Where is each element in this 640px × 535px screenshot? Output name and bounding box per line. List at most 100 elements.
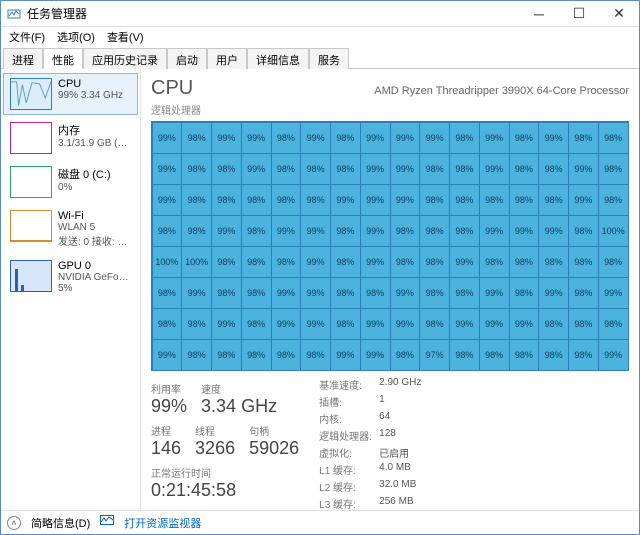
base-speed-value: 2.90 GHz	[379, 377, 421, 392]
sidebar-item-line2: NVIDIA GeForce...	[58, 272, 131, 283]
core-cell: 99%	[509, 308, 540, 340]
core-cell: 98%	[419, 308, 450, 340]
core-cell: 98%	[211, 153, 242, 185]
core-cell: 100%	[181, 246, 212, 278]
core-cell: 98%	[152, 308, 183, 340]
core-cell: 98%	[300, 339, 331, 371]
main-panel: CPU AMD Ryzen Threadripper 3990X 64-Core…	[141, 69, 639, 510]
speed-value: 3.34 GHz	[201, 396, 277, 417]
core-cell: 98%	[330, 246, 361, 278]
core-cell: 98%	[211, 184, 242, 216]
core-cell: 98%	[300, 184, 331, 216]
core-cell: 99%	[568, 153, 599, 185]
resmon-icon[interactable]	[100, 515, 114, 530]
core-cell: 98%	[509, 153, 540, 185]
core-cell: 98%	[509, 277, 540, 309]
fewer-details-label[interactable]: 简略信息(D)	[31, 515, 90, 531]
sidebar-item-2[interactable]: 磁盘 0 (C:)0%	[3, 161, 138, 203]
core-cell: 98%	[449, 122, 480, 154]
core-cell: 98%	[181, 153, 212, 185]
core-cell: 98%	[181, 215, 212, 247]
core-cell: 99%	[598, 339, 629, 371]
handles-value: 59026	[249, 438, 299, 459]
core-cell: 99%	[211, 215, 242, 247]
sidebar-item-title: 内存	[58, 122, 131, 138]
window-title: 任务管理器	[27, 5, 87, 22]
core-cell: 98%	[330, 215, 361, 247]
core-cell: 98%	[568, 246, 599, 278]
sidebar-item-1[interactable]: 内存3.1/31.9 GB (10%)	[3, 117, 138, 159]
core-cell: 98%	[568, 339, 599, 371]
sidebar-item-3[interactable]: Wi-FiWLAN 5发送: 0 接收: 0 Kbps	[3, 205, 138, 253]
stats-right: 基准速度: 2.90 GHz 插槽: 1 内核: 64 逻辑处理器: 128 虚…	[319, 377, 421, 511]
core-cell: 98%	[271, 184, 302, 216]
core-cell: 98%	[241, 339, 272, 371]
menu-view[interactable]: 查看(V)	[105, 29, 146, 45]
menu-file[interactable]: 文件(F)	[7, 29, 47, 45]
tab-0[interactable]: 进程	[3, 48, 43, 69]
threads-value: 3266	[195, 438, 235, 459]
core-cell: 99%	[360, 153, 391, 185]
virt-value: 已启用	[379, 445, 421, 460]
core-cell: 98%	[181, 308, 212, 340]
sidebar-item-line2: 0%	[58, 182, 131, 193]
maximize-button[interactable]: ☐	[559, 1, 599, 27]
tab-6[interactable]: 服务	[309, 48, 349, 69]
stats-area: 利用率 99% 速度 3.34 GHz 进程 146	[151, 377, 629, 511]
core-cell: 98%	[449, 277, 480, 309]
core-cell: 99%	[300, 277, 331, 309]
tab-4[interactable]: 用户	[207, 48, 247, 69]
titlebar[interactable]: 任务管理器 ─ ☐ ✕	[1, 1, 639, 27]
core-cell: 98%	[211, 246, 242, 278]
core-cell: 99%	[390, 277, 421, 309]
core-cell: 99%	[479, 215, 510, 247]
core-cell: 99%	[360, 122, 391, 154]
page-title: CPU	[151, 77, 193, 100]
core-cell: 98%	[241, 215, 272, 247]
core-cell: 99%	[390, 308, 421, 340]
core-cell: 98%	[330, 277, 361, 309]
minimize-button[interactable]: ─	[519, 1, 559, 27]
core-cell: 99%	[360, 339, 391, 371]
core-cell: 99%	[449, 308, 480, 340]
sidebar-item-4[interactable]: GPU 0NVIDIA GeForce...5%	[3, 255, 138, 299]
core-cell: 98%	[598, 153, 629, 185]
procs-label: 进程	[151, 423, 181, 438]
core-cell: 99%	[271, 308, 302, 340]
core-cell: 99%	[568, 184, 599, 216]
core-cell: 98%	[271, 339, 302, 371]
fewer-details-icon[interactable]: ˄	[7, 516, 21, 530]
sidebar-item-0[interactable]: CPU99% 3.34 GHz	[3, 73, 138, 115]
open-resmon-link[interactable]: 打开资源监视器	[124, 515, 201, 531]
close-button[interactable]: ✕	[599, 1, 639, 27]
main-header: CPU AMD Ryzen Threadripper 3990X 64-Core…	[151, 77, 629, 100]
core-cell: 98%	[181, 339, 212, 371]
core-cell: 98%	[509, 184, 540, 216]
graph-caption: 逻辑处理器	[151, 102, 629, 117]
core-cell: 98%	[419, 215, 450, 247]
core-cell: 99%	[300, 246, 331, 278]
core-cell: 98%	[479, 339, 510, 371]
lprocs-value: 128	[379, 428, 421, 443]
core-cell: 100%	[598, 215, 629, 247]
util-value: 99%	[151, 396, 187, 417]
core-cell: 98%	[598, 308, 629, 340]
core-cell: 99%	[211, 122, 242, 154]
menu-options[interactable]: 选项(O)	[55, 29, 97, 45]
core-cell: 98%	[479, 246, 510, 278]
app-icon	[7, 7, 21, 21]
core-cell: 98%	[330, 308, 361, 340]
tab-3[interactable]: 启动	[167, 48, 207, 69]
tab-5[interactable]: 详细信息	[247, 48, 309, 69]
core-cell: 98%	[330, 153, 361, 185]
core-cell: 98%	[419, 277, 450, 309]
sidebar-item-title: 磁盘 0 (C:)	[58, 166, 131, 182]
sidebar-item-title: GPU 0	[58, 260, 131, 272]
core-cell: 99%	[390, 153, 421, 185]
tab-2[interactable]: 应用历史记录	[83, 48, 167, 69]
core-cell: 99%	[330, 339, 361, 371]
core-cell: 99%	[360, 246, 391, 278]
tab-1[interactable]: 性能	[43, 48, 83, 69]
sidebar-thumb	[10, 210, 52, 242]
core-cell: 97%	[419, 339, 450, 371]
